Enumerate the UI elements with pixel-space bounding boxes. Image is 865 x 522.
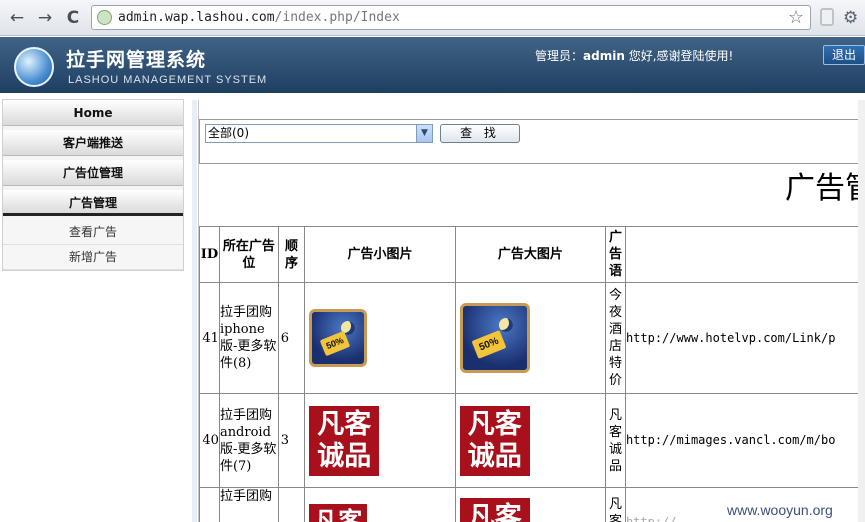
- table-row: 40 拉手团购android版-更多软件(7) 3 凡客 诚品 凡客 诚品 凡客…: [199, 393, 865, 488]
- cell-position: 拉手团购iphone版-更多软件(8): [218, 282, 279, 394]
- welcome-suffix: 您好,感谢登陆使用!: [624, 49, 734, 63]
- column-header-position: 所在广告位: [218, 226, 279, 283]
- site-title: 拉手网管理系统: [66, 49, 207, 71]
- sidebar-item-ad-management[interactable]: 广告管理: [3, 190, 183, 216]
- column-header-small-image: 广告小图片: [304, 226, 456, 283]
- sidebar-item-home[interactable]: Home: [3, 100, 183, 126]
- address-bar[interactable]: admin.wap.lashou.com/index.php/Index ☆: [91, 5, 811, 30]
- welcome-prefix: 管理员：: [535, 49, 584, 63]
- cell-small-image: 50%: [304, 282, 456, 394]
- admin-name: admin: [583, 49, 625, 63]
- lock-icon: [820, 8, 834, 26]
- cell-big-image: 凡客: [454, 487, 607, 522]
- sidebar-item-ad-slot-management[interactable]: 广告位管理: [3, 160, 183, 186]
- column-header-order: 顺序: [277, 226, 306, 283]
- admin-header: 拉手网管理系统 LASHOU MANAGEMENT SYSTEM 管理员：adm…: [0, 37, 865, 93]
- discount-tag: 50%: [471, 329, 507, 359]
- search-button[interactable]: 查 找: [440, 124, 520, 143]
- ad-small-image[interactable]: 凡客 诚品: [309, 405, 380, 476]
- sidebar-menu: Home 客户端推送 广告位管理 广告管理 查看广告 新增广告: [2, 99, 184, 271]
- cell-big-image: 50%: [454, 282, 607, 394]
- cell-order: 6: [277, 282, 306, 394]
- url-path: /index.php/Index: [274, 10, 400, 25]
- ad-small-image[interactable]: 50%: [309, 309, 368, 367]
- sidebar-item-client-push[interactable]: 客户端推送: [3, 130, 183, 156]
- column-header-id: ID: [199, 226, 220, 283]
- column-header-big-image: 广告大图片: [454, 226, 607, 283]
- cell-position: 拉手团购android版-更多软件(7): [218, 393, 279, 488]
- filter-bar: 全部(0) ▼ 查 找: [199, 119, 865, 164]
- url-text[interactable]: admin.wap.lashou.com/index.php/Index: [118, 10, 400, 25]
- welcome-message: 管理员：admin 您好,感谢登陆使用!: [535, 47, 733, 64]
- cell-id: [199, 487, 220, 522]
- back-icon[interactable]: ←: [6, 7, 28, 29]
- sidebar-subitem-add-ad[interactable]: 新增广告: [3, 245, 183, 270]
- sidebar-divider: [192, 100, 197, 522]
- column-header-text: 广告语: [605, 226, 626, 283]
- table-row: 41 拉手团购iphone版-更多软件(8) 6 50% 50% 今夜酒店特价 …: [199, 282, 865, 394]
- moon-icon: [498, 317, 513, 332]
- cell-text: 凡客: [605, 487, 626, 522]
- page-title: 广告管: [785, 171, 865, 206]
- watermark: www.wooyun.org: [727, 502, 833, 518]
- url-host: admin.wap.lashou.com: [118, 10, 275, 25]
- cell-small-image: 凡客: [304, 487, 456, 522]
- table-header-row: ID 所在广告位 顺序 广告小图片 广告大图片 广告语: [199, 226, 865, 283]
- main-content: 全部(0) ▼ 查 找 广告管 ID 所在广告位 顺序 广告小图片 广告大图片 …: [198, 100, 865, 522]
- ad-big-image[interactable]: 50%: [459, 303, 530, 373]
- vancl-logo-line1: 凡客: [314, 507, 363, 522]
- bookmark-star-icon[interactable]: ☆: [788, 7, 804, 28]
- cell-url[interactable]: http://www.hotelvp.com/Link/p: [624, 282, 865, 394]
- sidebar-subitem-view-ads[interactable]: 查看广告: [3, 220, 183, 245]
- column-header-url: [624, 226, 865, 283]
- cell-url[interactable]: http://mimages.vancl.com/m/bo: [624, 393, 865, 488]
- site-subtitle: LASHOU MANAGEMENT SYSTEM: [68, 74, 268, 86]
- browser-toolbar: ← → C admin.wap.lashou.com/index.php/Ind…: [0, 0, 865, 36]
- cell-small-image: 凡客 诚品: [304, 393, 456, 488]
- vancl-logo-line2: 诚品: [467, 440, 522, 472]
- cell-id: 41: [199, 282, 220, 394]
- vertical-scrollbar[interactable]: [858, 100, 865, 522]
- forward-icon[interactable]: →: [34, 7, 56, 29]
- reload-icon[interactable]: C: [62, 7, 84, 29]
- cell-order: [277, 487, 306, 522]
- globe-icon: [97, 10, 112, 25]
- vancl-logo-line1: 凡客: [317, 408, 372, 440]
- vancl-logo-line1: 凡客: [467, 408, 522, 440]
- logo-icon: [14, 47, 54, 87]
- sidebar: Home 客户端推送 广告位管理 广告管理 查看广告 新增广告: [0, 93, 192, 522]
- chevron-down-icon[interactable]: ▼: [416, 125, 432, 142]
- ad-small-image[interactable]: 凡客: [309, 504, 368, 522]
- logout-button[interactable]: 退出: [823, 45, 865, 65]
- cell-big-image: 凡客 诚品: [454, 393, 607, 488]
- position-select-value: 全部(0): [208, 126, 249, 140]
- position-select[interactable]: 全部(0) ▼: [205, 124, 433, 143]
- ad-table: ID 所在广告位 顺序 广告小图片 广告大图片 广告语 41 拉手团购iphon…: [199, 226, 865, 522]
- cell-text: 今夜酒店特价: [605, 282, 626, 394]
- wrench-icon[interactable]: ⚙: [843, 8, 858, 28]
- ad-big-image[interactable]: 凡客 诚品: [459, 405, 530, 476]
- cell-text: 凡客诚品: [605, 393, 626, 488]
- screen: ← → C admin.wap.lashou.com/index.php/Ind…: [0, 0, 865, 522]
- ad-big-image[interactable]: 凡客: [459, 498, 530, 522]
- cell-id: 40: [199, 393, 220, 488]
- discount-tag: 50%: [319, 331, 350, 357]
- vancl-logo-line1: 凡客: [467, 502, 522, 522]
- vancl-logo-line2: 诚品: [317, 440, 372, 472]
- cell-order: 3: [277, 393, 306, 488]
- cell-position: 拉手团购: [218, 487, 279, 522]
